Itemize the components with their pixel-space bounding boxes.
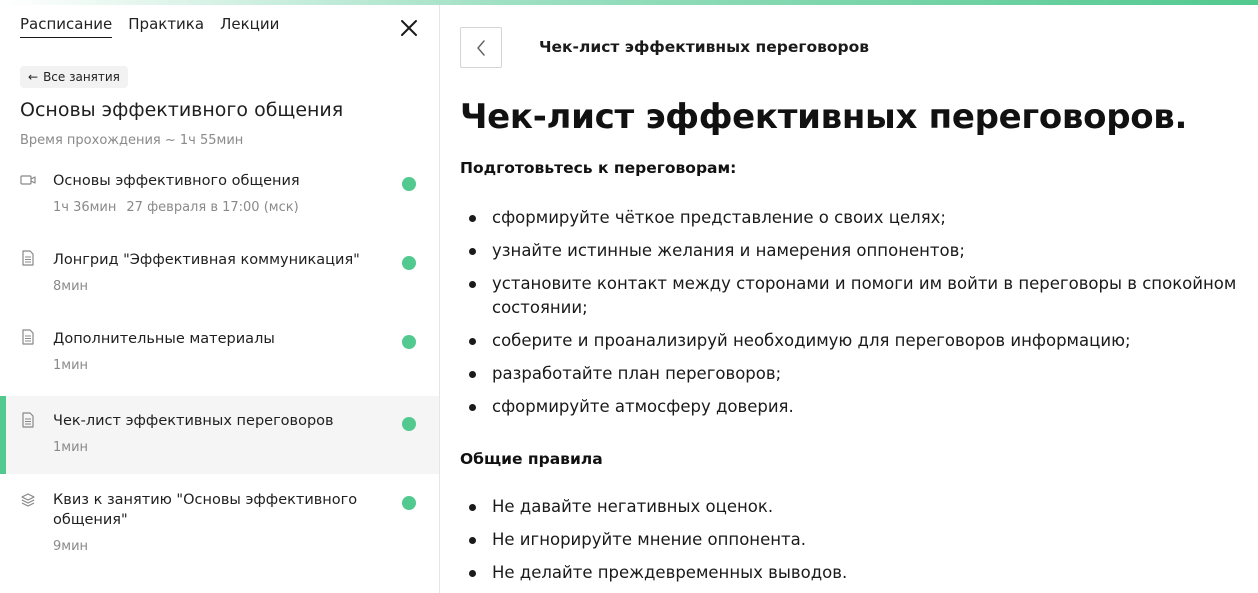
list-item: Не делайте преждевременных выводов. xyxy=(460,561,1250,585)
close-icon xyxy=(401,20,417,36)
lesson-item[interactable]: Основы эффективного общения 1ч 36мин 27 ф… xyxy=(0,159,439,238)
document-icon xyxy=(20,329,36,345)
list-item: сформируйте чёткое представление о своих… xyxy=(460,206,1250,230)
lesson-duration: 8мин xyxy=(53,279,89,294)
lesson-title: Основы эффективного общения xyxy=(53,173,300,189)
lesson-date: 27 февраля в 17:00 (мск) xyxy=(126,200,299,215)
lesson-title: Дополнительные материалы xyxy=(53,331,275,347)
completed-status-dot xyxy=(402,177,416,191)
lesson-title: Квиз к занятию "Основы эффективного обще… xyxy=(53,492,358,528)
lesson-duration: 9мин xyxy=(53,539,89,554)
list-item: Не игнорируйте мнение оппонента. xyxy=(460,528,1250,552)
page-header-title: Чек-лист эффективных переговоров xyxy=(539,38,870,56)
all-lessons-label: Все занятия xyxy=(43,70,120,84)
lesson-duration: 1мин xyxy=(53,358,89,373)
video-camera-icon xyxy=(20,172,36,188)
list-item: сформируйте атмосферу доверия. xyxy=(460,395,1250,419)
layers-icon xyxy=(20,492,36,508)
sidebar-tabs: Расписание Практика Лекции xyxy=(20,15,279,38)
back-button[interactable] xyxy=(460,27,502,68)
lesson-duration: 1мин xyxy=(53,440,89,455)
list-item: узнайте истинные желания и намерения опп… xyxy=(460,239,1250,263)
lesson-meta: 1ч 36мин 27 февраля в 17:00 (мск) xyxy=(53,200,299,215)
sidebar: Расписание Практика Лекции ← Все занятия… xyxy=(0,5,440,593)
list-item: Не давайте негативных оценок. xyxy=(460,495,1250,519)
document-title: Чек-лист эффективных переговоров. xyxy=(460,97,1188,137)
content-area: Чек-лист эффективных переговоров Чек-лис… xyxy=(441,5,1258,593)
lesson-item[interactable]: Дополнительные материалы 1мин xyxy=(0,317,439,396)
general-rules-list: Не давайте негативных оценок. Не игнорир… xyxy=(460,495,1250,593)
completed-status-dot xyxy=(402,417,416,431)
all-lessons-button[interactable]: ← Все занятия xyxy=(20,66,128,88)
list-item: установите контакт между сторонами и пом… xyxy=(460,272,1250,320)
lesson-item-active[interactable]: Чек-лист эффективных переговоров 1мин xyxy=(0,396,439,474)
close-button[interactable] xyxy=(398,17,420,39)
completed-status-dot xyxy=(402,496,416,510)
arrow-left-icon: ← xyxy=(28,70,39,84)
tab-practice[interactable]: Практика xyxy=(128,15,204,38)
course-title: Основы эффективного общения xyxy=(20,99,344,121)
section-heading-general-rules: Общие правила xyxy=(460,450,603,468)
document-icon xyxy=(20,412,36,428)
lesson-list: Основы эффективного общения 1ч 36мин 27 ф… xyxy=(0,159,439,574)
lesson-duration: 1ч 36мин xyxy=(53,200,117,215)
lesson-title: Чек-лист эффективных переговоров xyxy=(53,413,334,429)
completed-status-dot xyxy=(402,256,416,270)
lesson-title: Лонгрид "Эффективная коммуникация" xyxy=(53,252,360,268)
preparation-list: сформируйте чёткое представление о своих… xyxy=(460,206,1250,428)
tab-lectures[interactable]: Лекции xyxy=(220,15,279,38)
lesson-item[interactable]: Лонгрид "Эффективная коммуникация" 8мин xyxy=(0,238,439,317)
list-item: соберите и проанализируй необходимую для… xyxy=(460,329,1250,353)
section-heading-preparation: Подготовьтесь к переговорам: xyxy=(460,159,737,177)
completed-status-dot xyxy=(402,335,416,349)
course-duration: Время прохождения ~ 1ч 55мин xyxy=(20,133,244,148)
chevron-left-icon xyxy=(477,39,485,56)
lesson-item[interactable]: Квиз к занятию "Основы эффективного обще… xyxy=(0,474,439,574)
document-icon xyxy=(20,250,36,266)
list-item: разработайте план переговоров; xyxy=(460,362,1250,386)
tab-schedule[interactable]: Расписание xyxy=(20,15,113,38)
